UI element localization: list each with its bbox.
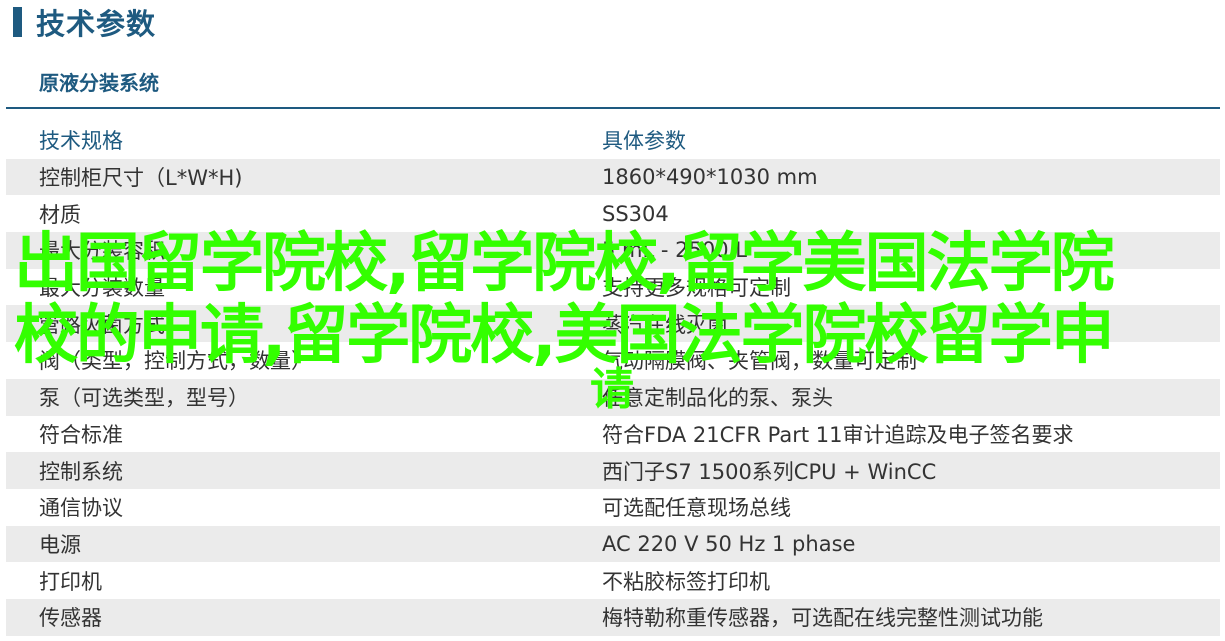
spec-key: 最大分装数量 bbox=[39, 276, 165, 301]
table-row: 阀（类型，控制方式，数量） 气动隔膜阀、夹管阀，数量可定制 bbox=[6, 342, 1220, 379]
spec-value: 梅特勒称重传感器，可选配在线完整性测试功能 bbox=[602, 606, 1043, 631]
spec-key: 最大分装容积 bbox=[39, 239, 165, 264]
column-header-value: 具体参数 bbox=[602, 129, 686, 154]
spec-value: SS304 bbox=[602, 201, 669, 226]
table-row: 打印机 不粘胶标签打印机 bbox=[6, 562, 1220, 599]
spec-value: 符合FDA 21CFR Part 11审计追踪及电子签名要求 bbox=[602, 422, 1074, 447]
spec-key: 打印机 bbox=[39, 569, 102, 594]
table-row: 最大分装数量 支持更多规格可定制 bbox=[6, 269, 1220, 306]
spec-key: 通信协议 bbox=[39, 496, 123, 521]
section-divider bbox=[6, 107, 1220, 109]
table-row: 控制系统 西门子S7 1500系列CPU + WinCC bbox=[6, 452, 1220, 489]
spec-key: 符合标准 bbox=[39, 422, 123, 447]
heading-accent-bar bbox=[13, 7, 22, 37]
table-header-row: 技术规格 具体参数 bbox=[6, 122, 1220, 159]
table-row: 材质 SS304 bbox=[6, 195, 1220, 232]
spec-key: 传感器 bbox=[39, 606, 102, 631]
table-row: 管路灭菌方式 蒸汽在线灭菌 bbox=[6, 305, 1220, 343]
spec-value: 可选配任意现场总线 bbox=[602, 496, 791, 521]
spec-value: 任意定制品化的泵、泵头 bbox=[602, 386, 833, 411]
spec-key: 管路灭菌方式 bbox=[39, 312, 165, 337]
table-row: 控制柜尺寸（L*W*H) 1860*490*1030 mm bbox=[6, 158, 1220, 196]
spec-table: 技术规格 具体参数 控制柜尺寸（L*W*H) 1860*490*1030 mm … bbox=[6, 122, 1220, 636]
spec-key: 电源 bbox=[39, 532, 81, 557]
spec-key: 阀（类型，控制方式，数量） bbox=[39, 349, 312, 374]
spec-value: 气动隔膜阀、夹管阀，数量可定制 bbox=[602, 349, 917, 374]
spec-value: 不粘胶标签打印机 bbox=[602, 569, 770, 594]
spec-value: 西门子S7 1500系列CPU + WinCC bbox=[602, 459, 937, 484]
spec-key: 控制柜尺寸（L*W*H) bbox=[39, 166, 243, 191]
table-row: 泵（可选类型，型号） 任意定制品化的泵、泵头 bbox=[6, 378, 1220, 416]
table-row: 通信协议 可选配任意现场总线 bbox=[6, 489, 1220, 526]
spec-value: 5 mL - 2500 L bbox=[602, 238, 747, 263]
spec-value: 支持更多规格可定制 bbox=[602, 276, 791, 301]
spec-value: AC 220 V 50 Hz 1 phase bbox=[602, 531, 856, 556]
spec-key: 控制系统 bbox=[39, 459, 123, 484]
table-row: 最大分装容积 5 mL - 2500 L bbox=[6, 232, 1220, 269]
section-title: 原液分装系统 bbox=[39, 71, 159, 95]
spec-value: 蒸汽在线灭菌 bbox=[602, 312, 728, 337]
spec-key: 材质 bbox=[39, 202, 81, 227]
spec-key: 泵（可选类型，型号） bbox=[39, 386, 249, 411]
table-row: 符合标准 符合FDA 21CFR Part 11审计追踪及电子签名要求 bbox=[6, 416, 1220, 453]
page-heading: 技术参数 bbox=[13, 4, 157, 41]
table-row: 电源 AC 220 V 50 Hz 1 phase bbox=[6, 525, 1220, 563]
spec-value: 1860*490*1030 mm bbox=[602, 165, 818, 190]
table-row: 传感器 梅特勒称重传感器，可选配在线完整性测试功能 bbox=[6, 598, 1220, 636]
column-header-spec: 技术规格 bbox=[39, 129, 123, 154]
page-title: 技术参数 bbox=[36, 7, 157, 41]
